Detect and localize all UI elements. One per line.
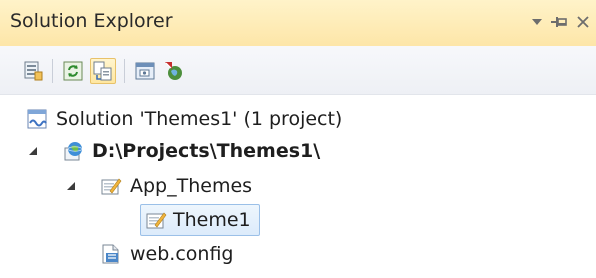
theme-icon [145, 209, 167, 231]
web-project-icon [62, 140, 84, 162]
tree-item-app-themes[interactable]: App_Themes [100, 169, 252, 203]
pin-icon [551, 17, 567, 27]
tree-item-label: Solution 'Themes1' (1 project) [56, 108, 343, 130]
show-all-files-icon [93, 61, 112, 81]
tree-item-label: App_Themes [130, 175, 253, 197]
title-bar: Solution Explorer [0, 0, 596, 46]
tree-item-web-config[interactable]: web.config [100, 237, 233, 271]
show-all-files-button[interactable] [90, 58, 116, 84]
solution-icon [26, 108, 48, 130]
config-file-icon [100, 243, 122, 265]
toolbar-separator [124, 59, 125, 83]
theme-folder-icon [100, 175, 122, 197]
auto-hide-button[interactable] [548, 11, 570, 33]
toolbar [0, 46, 596, 95]
collapse-app-themes-toggle[interactable] [64, 179, 78, 193]
view-designer-icon [135, 62, 155, 80]
copy-web-site-button[interactable] [160, 58, 186, 84]
properties-icon [24, 61, 43, 81]
properties-button[interactable] [20, 58, 46, 84]
refresh-button[interactable] [60, 58, 86, 84]
refresh-icon [63, 61, 83, 81]
copy-web-site-icon [165, 62, 182, 80]
dropdown-arrow-icon [532, 19, 542, 25]
tree-item-label: D:\Projects\Themes1\ [92, 140, 321, 162]
tree-item-label: Theme1 [173, 209, 251, 231]
panel-title: Solution Explorer [10, 10, 173, 32]
expanded-triangle-icon [29, 147, 37, 155]
toolbar-separator [52, 59, 53, 83]
window-position-dropdown-button[interactable] [526, 11, 548, 33]
view-designer-button[interactable] [132, 58, 158, 84]
tree-item-project[interactable]: D:\Projects\Themes1\ [62, 134, 320, 168]
tree-item-theme1[interactable]: Theme1 [140, 203, 260, 237]
selection-highlight: Theme1 [140, 204, 260, 236]
collapse-project-toggle[interactable] [26, 144, 40, 158]
close-button[interactable] [572, 11, 594, 33]
expanded-triangle-icon [67, 182, 75, 190]
close-icon [577, 16, 589, 28]
tree-item-solution[interactable]: Solution 'Themes1' (1 project) [26, 102, 342, 136]
tree-item-label: web.config [130, 243, 234, 265]
solution-explorer-panel: Solution Explorer Solution 'Themes1' (1 … [0, 0, 596, 278]
